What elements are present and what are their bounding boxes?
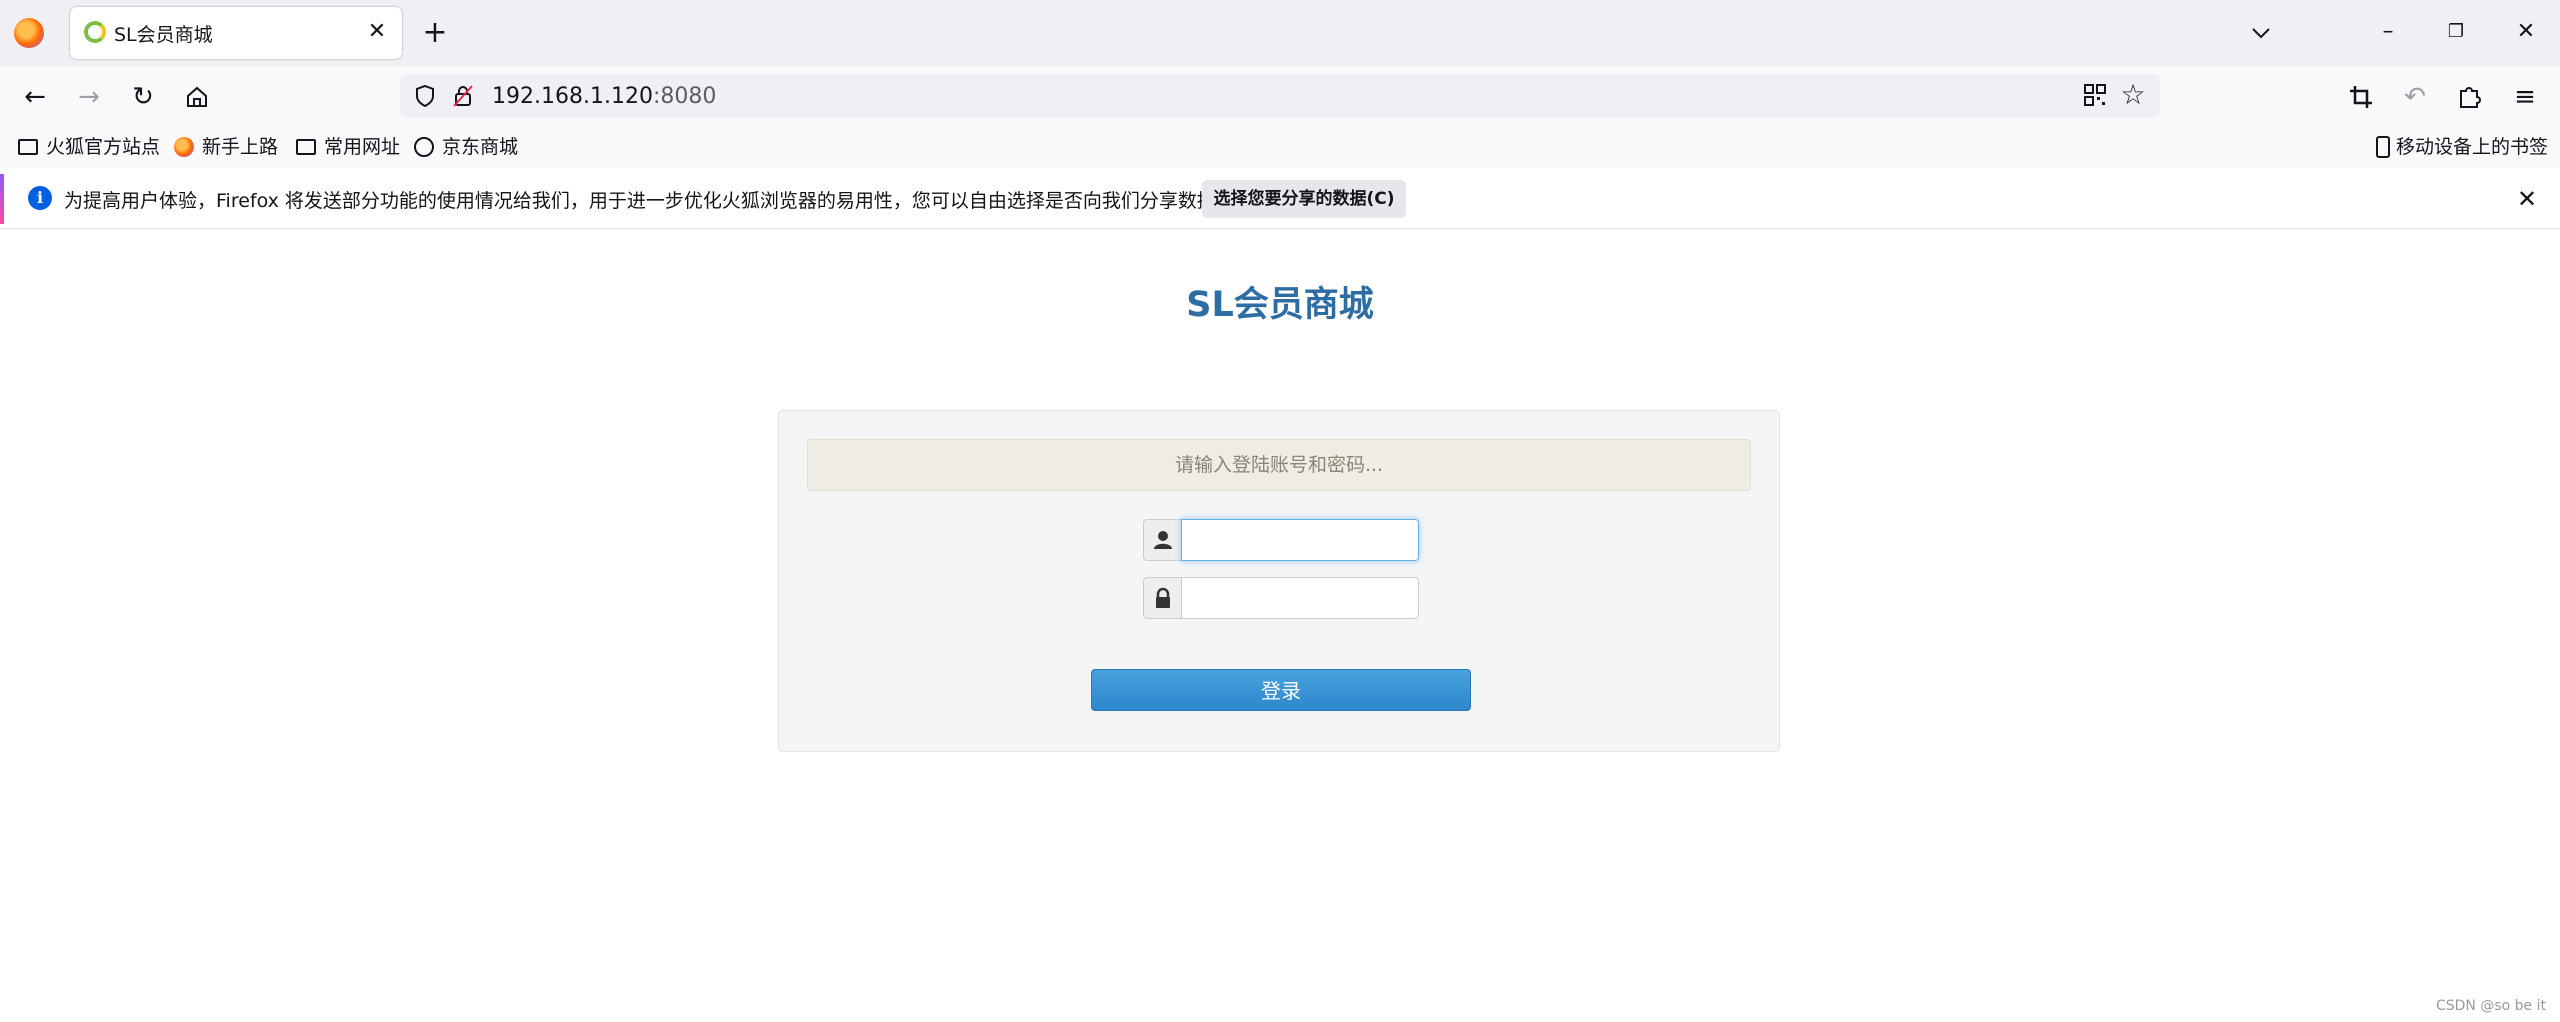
username-addon xyxy=(1143,519,1181,561)
choose-data-button[interactable]: 选择您要分享的数据(C) xyxy=(1202,180,1406,218)
home-icon[interactable] xyxy=(178,78,216,116)
tab-close-icon[interactable]: ✕ xyxy=(362,17,392,47)
info-icon: i xyxy=(28,186,52,210)
bookmarks-toolbar: 火狐官方站点 新手上路 常用网址 京东商城 移动设备上的书签 xyxy=(0,126,2560,168)
bookmark-item[interactable]: 京东商城 xyxy=(414,134,518,160)
qr-code-icon[interactable] xyxy=(2084,84,2106,106)
login-panel: 请输入登陆账号和密码... 登录 xyxy=(778,410,1780,752)
window-close-icon[interactable]: ✕ xyxy=(2506,14,2546,50)
tab-title: SL会员商城 xyxy=(114,24,213,46)
bookmark-star-icon[interactable]: ☆ xyxy=(2118,80,2148,110)
screenshot-crop-icon[interactable] xyxy=(2342,78,2380,116)
bookmark-item[interactable]: 常用网址 xyxy=(296,134,400,160)
extensions-puzzle-icon[interactable] xyxy=(2450,78,2488,116)
forward-arrow-icon[interactable]: → xyxy=(70,78,108,116)
tab-list-chevron-icon[interactable] xyxy=(2244,18,2278,48)
mobile-phone-icon xyxy=(2376,136,2390,158)
tracking-shield-icon[interactable] xyxy=(414,84,436,108)
insecure-lock-icon[interactable] xyxy=(452,84,474,108)
data-sharing-notification: i 为提高用户体验，Firefox 将发送部分功能的使用情况给我们，用于进一步优… xyxy=(0,170,2560,229)
firefox-icon xyxy=(174,137,194,157)
password-group xyxy=(1143,577,1419,619)
address-bar[interactable]: 192.168.1.120:8080 ☆ xyxy=(400,74,2160,118)
notification-accent xyxy=(0,174,4,224)
bookmark-item[interactable]: 火狐官方站点 xyxy=(18,134,160,160)
back-arrow-icon[interactable]: ← xyxy=(16,78,54,116)
globe-icon xyxy=(414,137,434,157)
username-group xyxy=(1143,519,1419,561)
mobile-bookmarks[interactable]: 移动设备上的书签 xyxy=(2376,134,2548,160)
page-title: SL会员商城 xyxy=(1186,285,1374,325)
login-button[interactable]: 登录 xyxy=(1091,669,1471,711)
lock-icon xyxy=(1156,587,1170,608)
username-input[interactable] xyxy=(1181,519,1419,561)
url-text[interactable]: 192.168.1.120:8080 xyxy=(492,84,716,109)
new-tab-button[interactable]: + xyxy=(418,16,452,50)
watermark-text: CSDN @so be it xyxy=(2435,998,2546,1014)
bookmark-item[interactable]: 新手上路 xyxy=(174,134,278,160)
site-favicon-icon xyxy=(84,21,106,43)
reload-icon[interactable]: ↻ xyxy=(124,78,162,116)
user-icon xyxy=(1154,531,1172,549)
firefox-view-icon[interactable] xyxy=(14,18,44,48)
tab-active[interactable]: SL会员商城 ✕ xyxy=(70,7,402,59)
restore-icon[interactable]: ❐ xyxy=(2436,14,2476,50)
notification-text: 为提高用户体验，Firefox 将发送部分功能的使用情况给我们，用于进一步优化火… xyxy=(64,190,1235,212)
minimize-icon[interactable]: – xyxy=(2368,14,2408,50)
folder-icon xyxy=(18,139,38,155)
login-hint: 请输入登陆账号和密码... xyxy=(807,439,1751,491)
password-input[interactable] xyxy=(1181,577,1419,619)
notification-close-icon[interactable]: ✕ xyxy=(2510,182,2544,216)
tab-strip: SL会员商城 ✕ + – ❐ ✕ xyxy=(0,0,2560,66)
nav-toolbar: ← → ↻ 192.168.1.120:8080 ☆ ↶ ≡ xyxy=(0,66,2560,126)
folder-icon xyxy=(296,139,316,155)
app-menu-icon[interactable]: ≡ xyxy=(2506,78,2544,116)
undo-close-icon[interactable]: ↶ xyxy=(2396,78,2434,116)
password-addon xyxy=(1143,577,1181,619)
